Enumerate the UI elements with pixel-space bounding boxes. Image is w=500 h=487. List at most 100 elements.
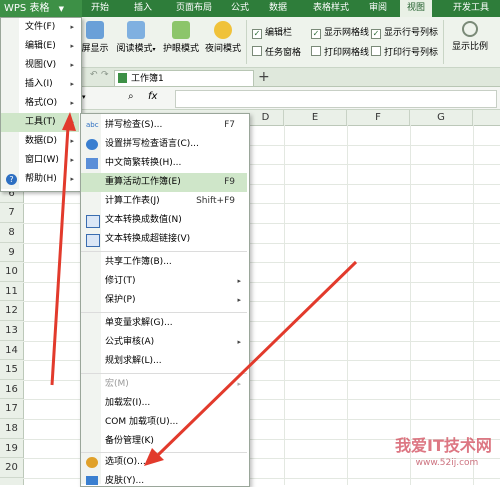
menu-backup-manager[interactable]: 备份管理(K) [81,432,247,451]
row-header[interactable]: 17 [0,399,23,419]
row-header[interactable]: 19 [0,439,23,459]
macro-label: 宏(M) [105,379,129,389]
share-workbook-label: 共享工作簿(B)... [105,257,172,267]
menu-item-view[interactable]: 视图(V) ▸ [1,56,79,75]
menu-item-tools[interactable]: 工具(T) ▸ [1,113,79,132]
new-tab-plus-icon[interactable]: + [258,68,270,86]
row-header[interactable]: 16 [0,380,23,400]
row-header[interactable]: 10 [0,262,23,282]
tab-table-style[interactable]: 表格样式 [306,0,356,17]
menu-revisions[interactable]: 修订(T) ▸ [81,272,247,291]
menu-formula-audit[interactable]: 公式审核(A) ▸ [81,333,247,352]
chevron-right-icon: ▸ [70,23,74,31]
text-to-link-label: 文本转换成超链接(V) [105,234,191,244]
app-title: WPS 表格 [4,3,50,14]
fullscreen-button[interactable]: 屏显示 [80,19,110,63]
menu-text-to-link[interactable]: 文本转换成超链接(V) [81,230,247,249]
column-header-f[interactable]: F [347,110,410,125]
row-header[interactable]: 9 [0,243,23,263]
zoom-magnifier-icon[interactable]: ⌕ [128,91,134,102]
menu-simp-trad-convert[interactable]: 中文简繁转换(H)... [81,154,247,173]
magnifier-icon [462,21,478,37]
menu-share-workbook[interactable]: 共享工作簿(B)... [81,253,247,272]
row-header[interactable]: 15 [0,360,23,380]
menu-skin[interactable]: 皮肤(Y)... [81,472,247,485]
column-header-e[interactable]: E [284,110,347,125]
menu-goal-seek[interactable]: 单变量求解(G)... [81,314,247,333]
tab-page-layout[interactable]: 页面布局 [170,0,218,17]
night-mode-button[interactable]: 夜间模式 [203,19,243,63]
document-tab[interactable]: 工作簿1 [114,70,254,86]
tab-review[interactable]: 审阅 [364,0,392,17]
name-box-dropdown-icon[interactable]: ▾ [82,93,86,101]
edit-bar-checkbox[interactable]: ✓ 编辑栏 [252,27,292,39]
menu-solver[interactable]: 规划求解(L)... [81,352,247,371]
redo-icon[interactable]: ↷ [101,70,109,80]
menu-spell-language[interactable]: 设置拼写检查语言(C)... [81,135,247,154]
ribbon-divider [246,20,247,64]
print-grid-checkbox[interactable]: 打印网格线 [311,46,369,58]
tab-formulas[interactable]: 公式 [226,0,254,17]
gear-icon [86,457,98,468]
menu-item-data[interactable]: 数据(D) ▸ [1,132,79,151]
help-icon: ? [6,174,17,185]
chevron-right-icon: ▸ [70,61,74,69]
menu-item-help-label: 帮助(H) [25,174,57,184]
row-header[interactable]: 14 [0,341,23,361]
undo-icon[interactable]: ↶ [90,70,98,80]
menu-item-format[interactable]: 格式(O) ▸ [1,94,79,113]
calc-worksheet-label: 计算工作表(J) [105,196,160,206]
grid-line [347,125,348,485]
column-header-d[interactable]: D [248,110,284,125]
menu-calc-worksheet[interactable]: 计算工作表(J) Shift+F9 [81,192,247,211]
row-header[interactable]: 20 [0,458,23,478]
chevron-right-icon: ▸ [70,118,74,126]
tab-data[interactable]: 数据 [264,0,292,17]
menu-text-to-number[interactable]: 文本转换成数值(N) [81,211,247,230]
chevron-right-icon: ▸ [237,380,241,388]
chevron-right-icon: ▸ [70,42,74,50]
menu-item-file[interactable]: 文件(F) ▸ [1,18,79,37]
spell-language-label: 设置拼写检查语言(C)... [105,139,199,149]
menu-options[interactable]: 选项(O)... [81,453,247,472]
chevron-down-icon: ▼ [58,5,65,13]
menu-spell-check[interactable]: abc 拼写检查(S)... F7 [81,116,247,135]
document-tab-label: 工作簿1 [131,74,164,84]
row-header[interactable]: 18 [0,419,23,439]
tab-insert[interactable]: 插入 [130,0,156,17]
row-header[interactable]: 13 [0,321,23,341]
tab-home[interactable]: 开始 [86,0,114,17]
menu-item-edit[interactable]: 编辑(E) ▸ [1,37,79,56]
menu-com-addins[interactable]: COM 加载项(U)... [81,413,247,432]
tab-view[interactable]: 视图 [400,0,432,17]
row-header[interactable]: 12 [0,301,23,321]
row-header[interactable]: 7 [0,203,23,223]
reading-mode-icon [127,21,145,39]
menu-item-insert[interactable]: 插入(I) ▸ [1,75,79,94]
check-icon: ✓ [252,29,262,39]
task-pane-checkbox[interactable]: 任务窗格 [252,46,301,58]
menu-addins[interactable]: 加载宏(I)... [81,394,247,413]
menu-recalc-workbook[interactable]: 重算活动工作簿(E) F9 [81,173,247,192]
reading-mode-button[interactable]: 阅读模式▾ [113,19,159,63]
row-header[interactable]: 8 [0,223,23,243]
column-header-g[interactable]: G [410,110,473,125]
zoom-button[interactable]: 显示比例 [448,19,492,63]
show-headers-checkbox[interactable]: ✓ 显示行号列标 [371,27,438,39]
fx-icon[interactable]: fx [148,91,157,102]
simp-trad-label: 中文简繁转换(H)... [105,158,182,168]
print-headers-checkbox[interactable]: 打印行号列标 [371,46,438,58]
unchecked-box [311,46,321,56]
wps-app-button[interactable]: WPS 表格 ▼ [0,0,82,17]
tab-developer[interactable]: 开发工具 [446,0,496,17]
eye-protection-button[interactable]: 护眼模式 [161,19,201,63]
row-header[interactable]: 11 [0,282,23,302]
recalc-workbook-label: 重算活动工作簿(E) [105,177,181,187]
menu-protect[interactable]: 保护(P) ▸ [81,291,247,310]
menu-item-window[interactable]: 窗口(W) ▸ [1,151,79,170]
backup-label: 备份管理(K) [105,436,154,446]
unchecked-box [252,46,262,56]
chevron-right-icon: ▸ [237,296,241,304]
show-grid-checkbox[interactable]: ✓ 显示网格线 [311,27,369,39]
formula-input[interactable] [175,90,497,108]
